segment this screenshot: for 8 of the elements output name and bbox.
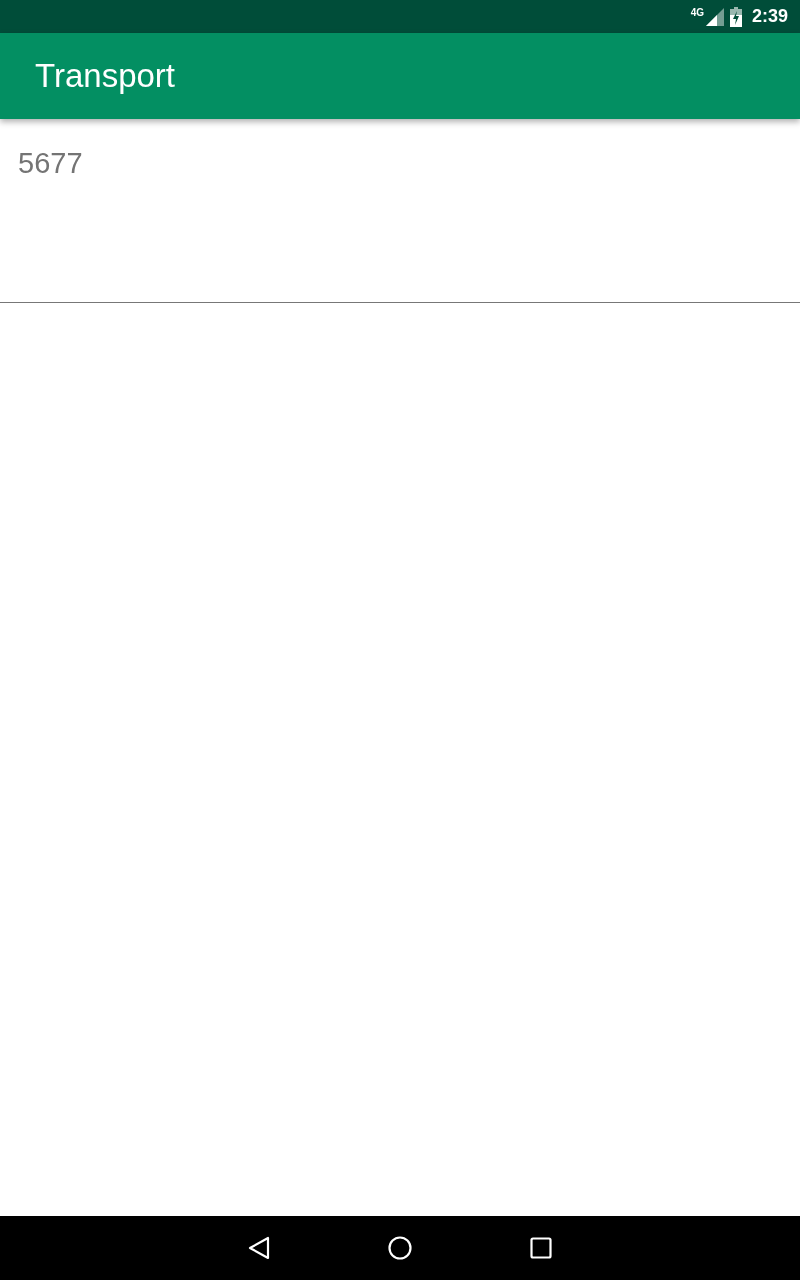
back-icon[interactable] bbox=[248, 1236, 270, 1260]
home-icon[interactable] bbox=[388, 1236, 412, 1260]
signal-icon bbox=[705, 7, 724, 26]
recents-icon[interactable] bbox=[530, 1237, 552, 1259]
battery-icon bbox=[729, 6, 742, 27]
app-title: Transport bbox=[35, 56, 175, 97]
clock-time: 2:39 bbox=[751, 5, 788, 28]
network-type-label: 4G bbox=[690, 8, 704, 18]
